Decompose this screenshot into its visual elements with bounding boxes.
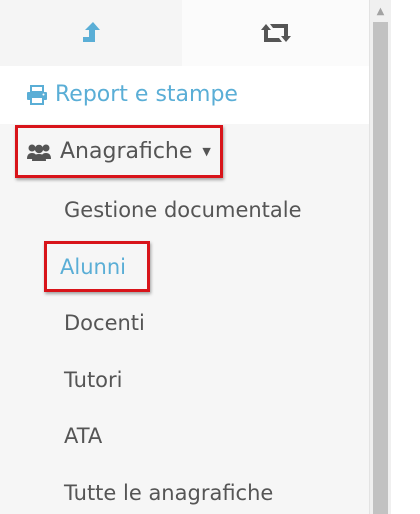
content-area [391,0,420,514]
sidebar: Report e stampe Anagrafiche ▼ Gestione d… [0,0,370,514]
menu-item-report-label: Report e stampe [55,82,238,107]
submenu-item-ata[interactable]: ATA [0,408,369,465]
menu-item-report[interactable]: Report e stampe [26,82,238,107]
highlight-box-anagrafiche [15,125,223,178]
submenu-item-tutori[interactable]: Tutori [0,352,369,409]
tab-retweet[interactable] [182,0,369,66]
app-frame: Report e stampe Anagrafiche ▼ Gestione d… [0,0,420,514]
retweet-icon [259,22,293,44]
menu-item-report-row: Report e stampe [0,66,369,124]
sidebar-tabs [0,0,369,66]
vertical-scrollbar[interactable]: ▲ [370,0,391,514]
submenu-item-gestione-documentale[interactable]: Gestione documentale [0,182,369,239]
scroll-up-arrow-icon[interactable]: ▲ [370,0,391,22]
tab-upload[interactable] [0,0,182,66]
submenu-anagrafiche: Gestione documentale Alunni Docenti Tuto… [0,182,369,514]
submenu-item-docenti[interactable]: Docenti [0,295,369,352]
upload-arrow-icon [81,20,101,46]
print-icon [26,84,48,105]
scrollbar-thumb[interactable] [373,22,388,514]
highlight-box-alunni [44,241,150,292]
submenu-item-tutte-le-anagrafiche[interactable]: Tutte le anagrafiche [0,465,369,514]
